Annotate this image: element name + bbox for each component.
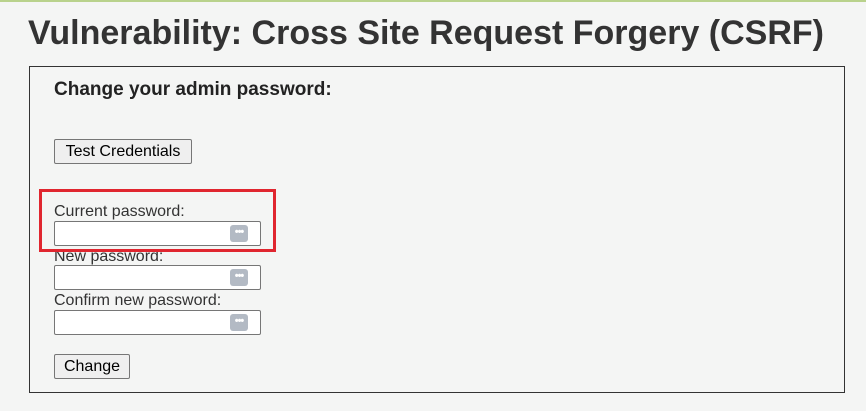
confirm-password-label: Confirm new password: [54, 292, 222, 309]
password-manager-icon[interactable]: ••• [230, 269, 248, 286]
page-title: Vulnerability: Cross Site Request Forger… [28, 14, 824, 52]
top-rule [0, 0, 866, 2]
change-button[interactable]: Change [54, 354, 130, 379]
form-heading: Change your admin password: [54, 79, 332, 100]
test-credentials-button[interactable]: Test Credentials [54, 139, 192, 164]
csrf-form-panel: Change your admin password: Test Credent… [29, 66, 845, 393]
confirm-password-input[interactable]: ••• [54, 310, 261, 335]
new-password-label: New password: [54, 248, 164, 265]
current-password-label: Current password: [54, 203, 185, 220]
password-manager-icon[interactable]: ••• [230, 314, 248, 331]
current-password-input[interactable]: ••• [54, 221, 261, 246]
new-password-input[interactable]: ••• [54, 265, 261, 290]
password-manager-icon[interactable]: ••• [230, 225, 248, 242]
